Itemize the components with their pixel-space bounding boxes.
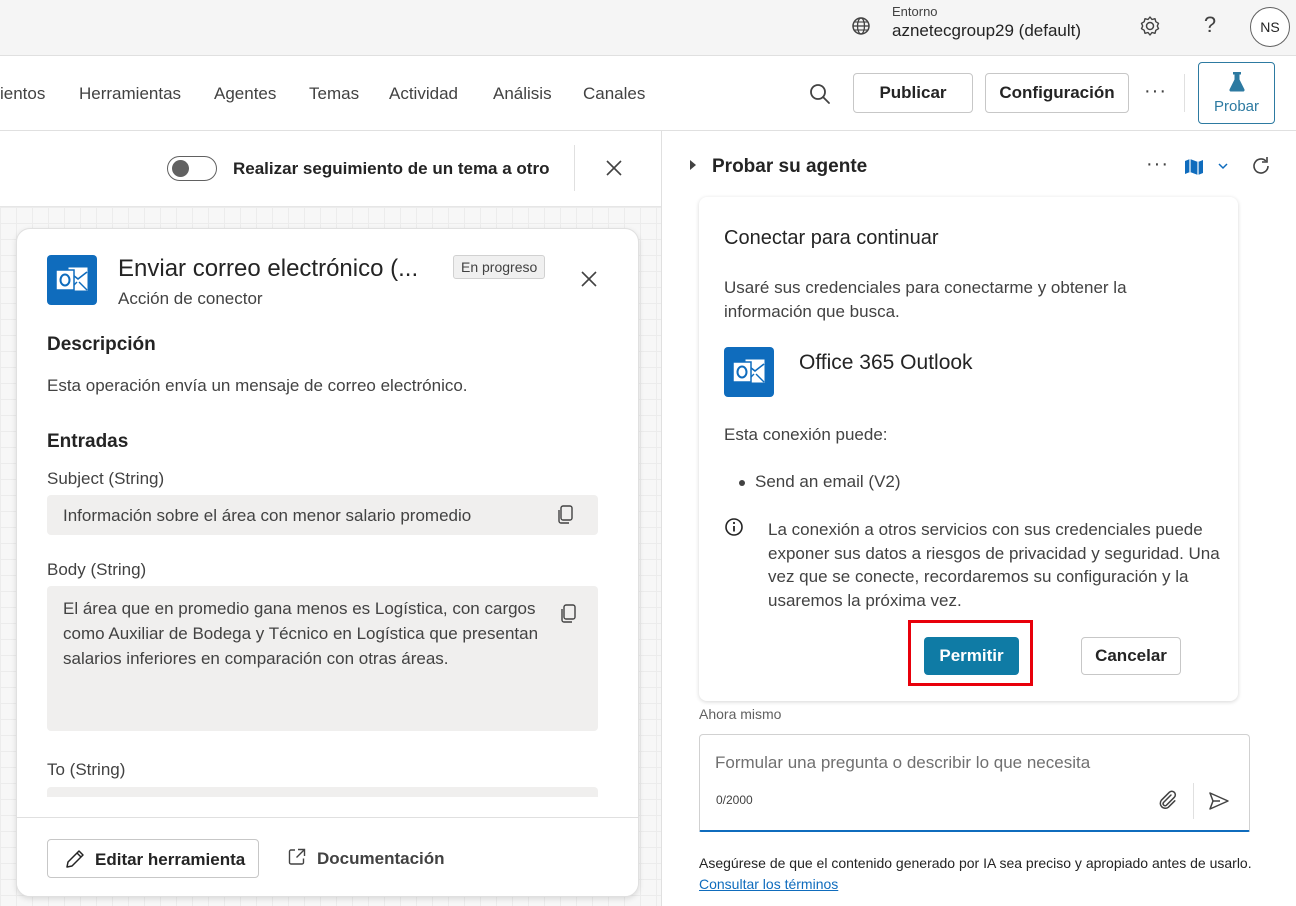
tool-card: Enviar correo electrónico (... En progre… [16, 228, 639, 897]
allow-button[interactable]: Permitir [924, 637, 1019, 675]
connect-card: Conectar para continuar Usaré sus creden… [699, 197, 1238, 701]
tab-conocimientos[interactable]: ientos [0, 84, 45, 104]
close-icon[interactable] [579, 269, 599, 289]
more-options-button[interactable]: ··· [1146, 153, 1169, 176]
outlook-icon [724, 347, 774, 397]
body-label: Body (String) [47, 560, 147, 579]
to-label: To (String) [47, 760, 126, 779]
char-count: 0/2000 [716, 793, 753, 807]
inputs-heading: Entradas [47, 431, 129, 452]
message-timestamp: Ahora mismo [699, 706, 782, 722]
collapse-caret-icon[interactable] [690, 160, 696, 170]
tab-temas[interactable]: Temas [309, 84, 359, 104]
chat-input-box: 0/2000 [699, 734, 1250, 832]
test-agent-title: Probar su agente [712, 156, 868, 177]
top-bar: Entorno aznetecgroup29 (default) ? NS [0, 0, 1296, 56]
gear-icon[interactable] [1137, 13, 1163, 39]
tab-canales[interactable]: Canales [583, 84, 645, 104]
cancel-button[interactable]: Cancelar [1081, 637, 1181, 675]
nav-row: ientos Herramientas Agentes Temas Activi… [0, 56, 1296, 131]
test-button-label: Probar [1213, 98, 1260, 115]
tool-subtitle: Acción de conector [118, 289, 263, 308]
status-badge: En progreso [453, 255, 546, 279]
chat-input[interactable] [715, 753, 1215, 773]
subject-label: Subject (String) [47, 469, 165, 488]
documentation-label: Documentación [317, 849, 445, 868]
environment-label: Entorno [892, 4, 938, 19]
description-heading: Descripción [47, 334, 156, 355]
open-external-icon [288, 848, 306, 865]
to-field [47, 787, 598, 797]
tool-details[interactable]: Descripción Esta operación envía un mens… [17, 319, 638, 797]
avatar[interactable]: NS [1250, 7, 1290, 47]
outlook-icon [47, 255, 97, 305]
tab-herramientas[interactable]: Herramientas [79, 84, 181, 104]
description-text: Esta operación envía un mensaje de corre… [47, 376, 468, 395]
tab-actividad[interactable]: Actividad [389, 84, 458, 104]
copy-icon[interactable] [559, 604, 577, 624]
body-field: El área que en promedio gana menos es Lo… [47, 586, 598, 731]
tool-panel-header: Realizar seguimiento de un tema a otro [0, 131, 661, 207]
tab-agentes[interactable]: Agentes [214, 84, 276, 104]
topic-tracking-label: Realizar seguimiento de un tema a otro [233, 159, 550, 178]
flask-icon [1229, 72, 1245, 92]
privacy-warning: La conexión a otros servicios con sus cr… [768, 520, 1220, 610]
test-button[interactable]: Probar [1198, 62, 1275, 124]
info-icon [725, 518, 743, 536]
connect-description: Usaré sus credenciales para conectarme y… [724, 278, 1127, 321]
terms-link[interactable]: Consultar los términos [699, 876, 838, 892]
map-icon[interactable] [1184, 158, 1204, 176]
copy-icon[interactable] [556, 505, 574, 525]
attach-icon[interactable] [1157, 789, 1177, 811]
help-icon[interactable]: ? [1197, 10, 1223, 40]
chevron-down-icon[interactable] [1217, 161, 1229, 171]
edit-tool-label: Editar herramienta [95, 850, 246, 869]
input-divider [1193, 783, 1194, 819]
tool-title: Enviar correo electrónico (... [118, 255, 419, 282]
tab-analisis[interactable]: Análisis [493, 84, 552, 104]
toggle-knob [172, 160, 189, 177]
tool-card-footer: Editar herramienta Documentación [17, 817, 638, 896]
globe-icon[interactable] [850, 15, 872, 37]
pencil-icon [66, 850, 84, 868]
close-icon[interactable] [603, 157, 625, 179]
search-icon[interactable] [808, 82, 832, 106]
publish-button[interactable]: Publicar [853, 73, 973, 113]
settings-button[interactable]: Configuración [985, 73, 1129, 113]
topic-tracking-toggle[interactable] [167, 156, 217, 181]
edit-tool-button[interactable]: Editar herramienta [47, 839, 259, 878]
ai-disclaimer: Asegúrese de que el contenido generado p… [699, 853, 1259, 895]
more-options-button[interactable]: ··· [1144, 80, 1167, 103]
subject-field: Información sobre el área con menor sala… [47, 495, 598, 535]
subject-value: Información sobre el área con menor sala… [63, 506, 472, 525]
connect-title: Conectar para continuar [724, 227, 939, 249]
capabilities-label: Esta conexión puede: [724, 425, 888, 444]
test-agent-pane: Probar su agente ··· Conectar para conti… [662, 131, 1296, 906]
nav-divider [1184, 74, 1185, 112]
environment-selector[interactable]: aznetecgroup29 (default) [892, 21, 1081, 41]
disclaimer-text: Asegúrese de que el contenido generado p… [699, 855, 1252, 871]
refresh-icon[interactable] [1250, 155, 1272, 177]
connector-name: Office 365 Outlook [799, 351, 973, 374]
send-icon[interactable] [1208, 791, 1230, 811]
capability-item: Send an email (V2) [739, 472, 901, 491]
header-divider [574, 145, 575, 191]
body-value: El área que en promedio gana menos es Lo… [63, 599, 539, 668]
